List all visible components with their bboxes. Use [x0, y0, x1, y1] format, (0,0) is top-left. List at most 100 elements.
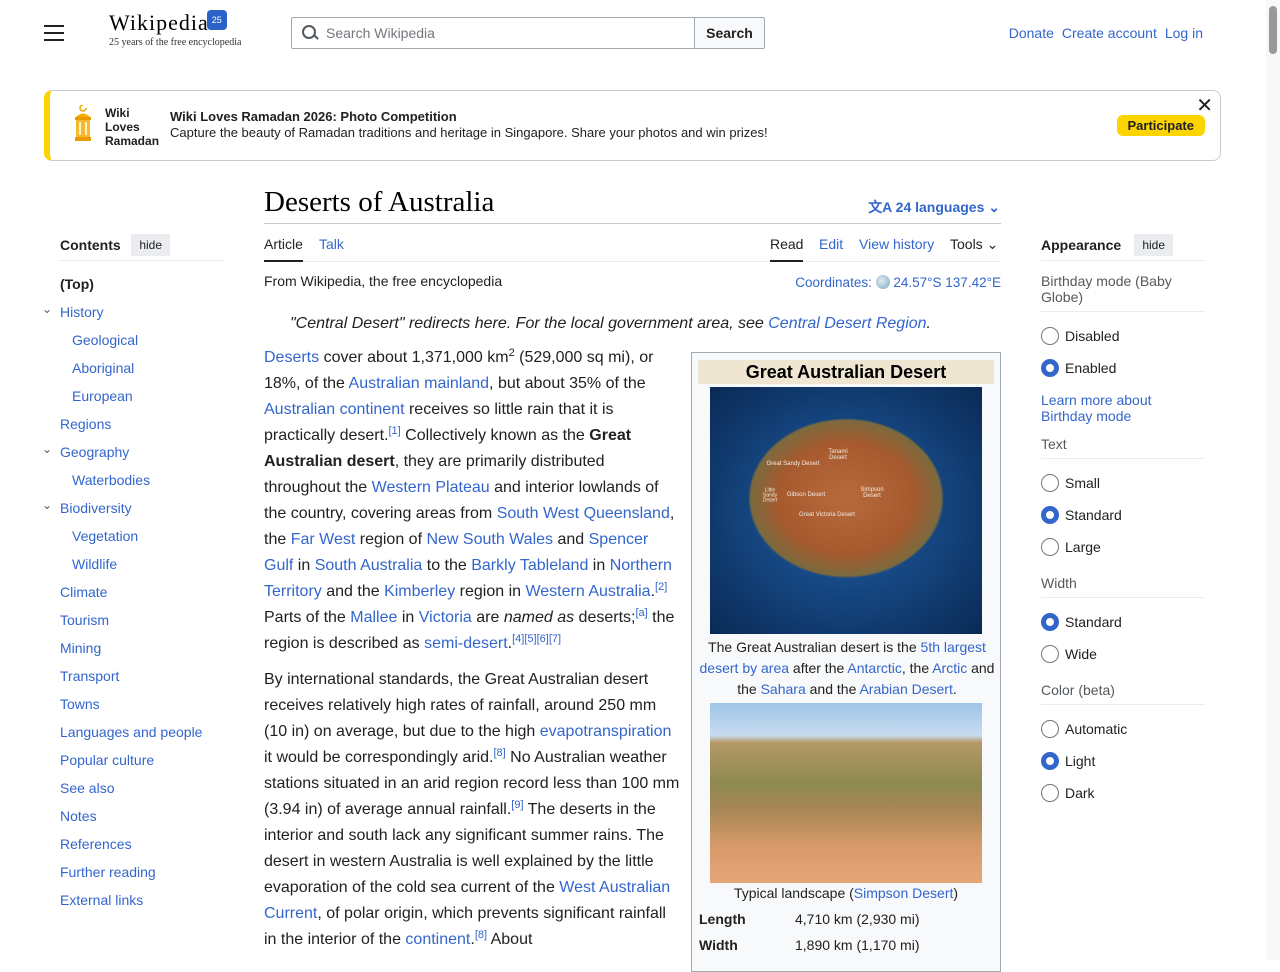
radio-icon[interactable]: [1041, 359, 1059, 377]
chevron-down-icon[interactable]: ⌄: [42, 298, 52, 320]
wiki-link[interactable]: New South Wales: [426, 531, 553, 548]
wiki-link[interactable]: continent: [405, 931, 470, 948]
citation-link[interactable]: [8]: [493, 747, 505, 759]
radio-option[interactable]: Light: [1041, 745, 1205, 777]
wiki-link[interactable]: evapotranspiration: [540, 723, 672, 740]
wikipedia-logo[interactable]: Wikipedia 25 25 years of the free encyclo…: [109, 10, 241, 48]
toc-item[interactable]: Regions: [60, 413, 224, 441]
toc-item[interactable]: Waterbodies: [60, 469, 224, 497]
tab-edit[interactable]: Edit: [819, 236, 843, 252]
radio-icon[interactable]: [1041, 752, 1059, 770]
scrollbar-thumb[interactable]: [1269, 6, 1277, 54]
toc-item[interactable]: Tourism: [60, 609, 224, 637]
wiki-link[interactable]: Barkly Tableland: [471, 557, 588, 574]
chevron-down-icon[interactable]: ⌄: [42, 438, 52, 460]
wiki-link[interactable]: Simpson Desert: [854, 885, 954, 901]
radio-option[interactable]: Disabled: [1041, 320, 1205, 352]
radio-icon[interactable]: [1041, 613, 1059, 631]
wiki-link[interactable]: Western Australia: [525, 583, 650, 600]
tools-menu[interactable]: Tools ⌄: [950, 236, 998, 253]
toc-item[interactable]: Geological: [60, 329, 224, 357]
wiki-link[interactable]: semi-desert: [424, 635, 508, 652]
radio-icon[interactable]: [1041, 538, 1059, 556]
learn-more-link[interactable]: Learn more about Birthday mode: [1041, 392, 1205, 424]
create-account-link[interactable]: Create account: [1062, 25, 1157, 41]
radio-option[interactable]: Wide: [1041, 638, 1205, 670]
log-in-link[interactable]: Log in: [1165, 25, 1203, 41]
wiki-link[interactable]: Far West: [291, 531, 356, 548]
coordinates[interactable]: Coordinates: 24.57°S 137.42°E: [795, 275, 1001, 290]
toc-item[interactable]: References: [60, 833, 224, 861]
toc-item[interactable]: ⌄ Biodiversity: [42, 497, 224, 525]
toc-item[interactable]: See also: [60, 777, 224, 805]
donate-link[interactable]: Donate: [1009, 25, 1054, 41]
wiki-link[interactable]: Mallee: [350, 609, 397, 626]
wiki-link[interactable]: Deserts: [264, 349, 319, 366]
toc-item[interactable]: (Top): [60, 273, 224, 301]
toc-item[interactable]: Aboriginal: [60, 357, 224, 385]
toc-item[interactable]: External links: [60, 889, 224, 917]
wiki-link[interactable]: Western Plateau: [372, 479, 490, 496]
radio-icon[interactable]: [1041, 720, 1059, 738]
radio-icon[interactable]: [1041, 506, 1059, 524]
citation-link[interactable]: [8]: [475, 929, 487, 941]
toc-item[interactable]: Mining: [60, 637, 224, 665]
toc-item[interactable]: Further reading: [60, 861, 224, 889]
scrollbar[interactable]: [1266, 0, 1280, 960]
toc-item[interactable]: Popular culture: [60, 749, 224, 777]
citation-link[interactable]: [4][5][6][7]: [512, 633, 561, 645]
radio-option[interactable]: Dark: [1041, 777, 1205, 809]
wiki-link[interactable]: Australian mainland: [349, 375, 490, 392]
toc-hide-button[interactable]: hide: [131, 234, 170, 256]
toc-item[interactable]: Wildlife: [60, 553, 224, 581]
language-button[interactable]: 文A 24 languages ⌄: [868, 197, 1000, 217]
wiki-link[interactable]: Sahara: [761, 681, 806, 697]
radio-option[interactable]: Standard: [1041, 606, 1205, 638]
tab-view-history[interactable]: View history: [859, 236, 934, 252]
radio-option[interactable]: Large: [1041, 531, 1205, 563]
search-input[interactable]: [326, 25, 676, 41]
main-menu-icon[interactable]: [44, 25, 64, 41]
search-button[interactable]: Search: [694, 17, 765, 49]
toc-item[interactable]: Notes: [60, 805, 224, 833]
citation-link[interactable]: [9]: [511, 799, 523, 811]
wiki-link[interactable]: Arctic: [932, 660, 967, 676]
wiki-link[interactable]: Central Desert Region: [768, 315, 926, 332]
participate-button[interactable]: Participate: [1116, 115, 1205, 136]
citation-link[interactable]: [1]: [389, 425, 401, 437]
radio-icon[interactable]: [1041, 474, 1059, 492]
tab-article[interactable]: Article: [264, 236, 303, 262]
wiki-link[interactable]: Antarctic: [847, 660, 901, 676]
radio-option[interactable]: Standard: [1041, 499, 1205, 531]
radio-option[interactable]: Enabled: [1041, 352, 1205, 384]
radio-icon[interactable]: [1041, 327, 1059, 345]
radio-option[interactable]: Automatic: [1041, 713, 1205, 745]
australia-satellite-map[interactable]: Tanami Desert Great Sandy Desert Little …: [710, 387, 982, 634]
coordinates-value[interactable]: 24.57°S 137.42°E: [893, 275, 1001, 290]
search-box[interactable]: [291, 17, 695, 49]
wiki-link[interactable]: Victoria: [419, 609, 472, 626]
toc-item[interactable]: ⌄ Geography: [42, 441, 224, 469]
close-icon[interactable]: ✕: [1196, 93, 1213, 118]
toc-item[interactable]: Vegetation: [60, 525, 224, 553]
toc-item[interactable]: European: [60, 385, 224, 413]
wiki-link[interactable]: South Australia: [315, 557, 423, 574]
radio-icon[interactable]: [1041, 645, 1059, 663]
tab-talk[interactable]: Talk: [319, 236, 344, 252]
wiki-link[interactable]: Australian continent: [264, 401, 405, 418]
toc-item[interactable]: Transport: [60, 665, 224, 693]
wiki-link[interactable]: Arabian Desert: [859, 681, 952, 697]
wiki-link[interactable]: Kimberley: [384, 583, 455, 600]
toc-item[interactable]: ⌄ History: [42, 301, 224, 329]
tab-read[interactable]: Read: [770, 236, 804, 262]
simpson-desert-photo[interactable]: [710, 703, 982, 883]
wiki-link[interactable]: South West Queensland: [497, 505, 670, 522]
radio-icon[interactable]: [1041, 784, 1059, 802]
appearance-hide-button[interactable]: hide: [1134, 234, 1173, 256]
toc-item[interactable]: Languages and people: [60, 721, 224, 749]
radio-option[interactable]: Small: [1041, 467, 1205, 499]
toc-item[interactable]: Towns: [60, 693, 224, 721]
citation-link[interactable]: [2]: [655, 581, 667, 593]
citation-link[interactable]: [a]: [635, 607, 647, 619]
chevron-down-icon[interactable]: ⌄: [42, 494, 52, 516]
